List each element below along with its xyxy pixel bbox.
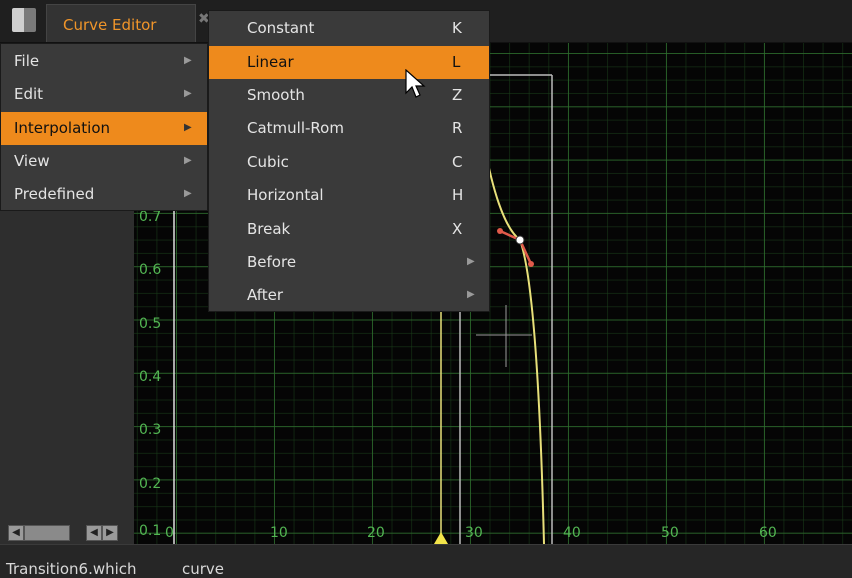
status-bar: Transition6.which curve bbox=[0, 544, 852, 578]
tab-curve-editor[interactable]: Curve Editor bbox=[46, 4, 196, 42]
menu-item-label: Interpolation bbox=[14, 119, 110, 137]
submenu-item-label: After bbox=[247, 286, 284, 304]
submenu-item-linear[interactable]: Linear L bbox=[209, 46, 489, 79]
shortcut-label: R bbox=[452, 119, 463, 137]
menu-item-label: Predefined bbox=[14, 185, 95, 203]
shortcut-label: X bbox=[452, 220, 463, 238]
submenu-item-horizontal[interactable]: Horizontal H bbox=[209, 179, 489, 212]
tangent-in-handle bbox=[497, 228, 503, 234]
submenu-item-label: Catmull-Rom bbox=[247, 119, 344, 137]
submenu-item-label: Constant bbox=[247, 19, 315, 37]
x-tick-label: 50 bbox=[661, 525, 679, 541]
tab-label: Curve Editor bbox=[63, 16, 157, 34]
tangent-out-handle bbox=[528, 261, 534, 267]
y-tick-label: 0.3 bbox=[139, 422, 162, 438]
x-tick-label: 60 bbox=[759, 525, 777, 541]
scroll-right-arrow-button[interactable]: ▶ bbox=[102, 525, 118, 541]
scroll-left-button[interactable]: ◀ bbox=[8, 525, 24, 541]
submenu-item-label: Smooth bbox=[247, 86, 305, 104]
y-tick-label: 0.6 bbox=[139, 262, 162, 278]
submenu-item-cubic[interactable]: Cubic C bbox=[209, 146, 489, 179]
shortcut-label: Z bbox=[452, 86, 463, 104]
submenu-item-label: Before bbox=[247, 253, 297, 271]
submenu-arrow-icon: ▶ bbox=[184, 55, 192, 66]
y-tick-label: 0.7 bbox=[139, 209, 162, 225]
x-tick-label: 30 bbox=[465, 525, 483, 541]
scroll-left-arrow-button[interactable]: ◀ bbox=[86, 525, 102, 541]
menu-item-view[interactable]: View ▶ bbox=[1, 145, 207, 178]
interpolation-submenu: Constant K Linear L Smooth Z Catmull-Rom… bbox=[208, 10, 490, 312]
x-tick-label: 0 bbox=[165, 525, 174, 541]
knob-name: curve bbox=[182, 560, 225, 578]
submenu-item-label: Break bbox=[247, 220, 291, 238]
submenu-arrow-icon: ▶ bbox=[467, 256, 475, 267]
x-tick-label: 10 bbox=[270, 525, 288, 541]
submenu-item-catmull-rom[interactable]: Catmull-Rom R bbox=[209, 112, 489, 145]
submenu-item-break[interactable]: Break X bbox=[209, 213, 489, 246]
y-tick-label: 0.5 bbox=[139, 316, 162, 332]
context-menu: File ▶ Edit ▶ Interpolation ▶ View ▶ Pre… bbox=[0, 43, 208, 211]
y-tick-label: 0.1 bbox=[139, 523, 162, 539]
submenu-item-constant[interactable]: Constant K bbox=[209, 12, 489, 45]
shortcut-label: C bbox=[452, 153, 463, 171]
menu-item-label: File bbox=[14, 52, 40, 70]
scrollbar-thumb[interactable] bbox=[24, 525, 70, 541]
menu-item-file[interactable]: File ▶ bbox=[1, 45, 207, 78]
current-frame-marker bbox=[434, 532, 448, 544]
y-tick-label: 0.2 bbox=[139, 476, 162, 492]
submenu-arrow-icon: ▶ bbox=[467, 289, 475, 300]
shortcut-label: H bbox=[452, 186, 464, 204]
submenu-arrow-icon: ▶ bbox=[184, 88, 192, 99]
submenu-arrow-icon: ▶ bbox=[184, 155, 192, 166]
submenu-arrow-icon: ▶ bbox=[184, 188, 192, 199]
x-tick-label: 20 bbox=[367, 525, 385, 541]
submenu-item-after[interactable]: After ▶ bbox=[209, 279, 489, 312]
animation-curve bbox=[483, 142, 545, 544]
shortcut-label: K bbox=[452, 19, 462, 37]
submenu-item-before[interactable]: Before ▶ bbox=[209, 246, 489, 279]
menu-item-predefined[interactable]: Predefined ▶ bbox=[1, 178, 207, 211]
mouse-cursor-icon bbox=[405, 69, 426, 98]
submenu-item-label: Horizontal bbox=[247, 186, 324, 204]
panel-menu-icon[interactable] bbox=[12, 8, 36, 32]
menu-item-label: Edit bbox=[14, 85, 44, 103]
x-tick-label: 40 bbox=[563, 525, 581, 541]
submenu-item-label: Cubic bbox=[247, 153, 289, 171]
node-name: Transition6.which bbox=[6, 560, 137, 578]
shortcut-label: L bbox=[452, 53, 461, 71]
submenu-item-label: Linear bbox=[247, 53, 294, 71]
menu-item-edit[interactable]: Edit ▶ bbox=[1, 78, 207, 111]
submenu-item-smooth[interactable]: Smooth Z bbox=[209, 79, 489, 112]
keyframe-point bbox=[515, 235, 525, 245]
submenu-arrow-icon: ▶ bbox=[184, 122, 192, 133]
y-tick-label: 0.4 bbox=[139, 369, 162, 385]
menu-item-interpolation[interactable]: Interpolation ▶ bbox=[1, 112, 207, 145]
menu-item-label: View bbox=[14, 152, 50, 170]
